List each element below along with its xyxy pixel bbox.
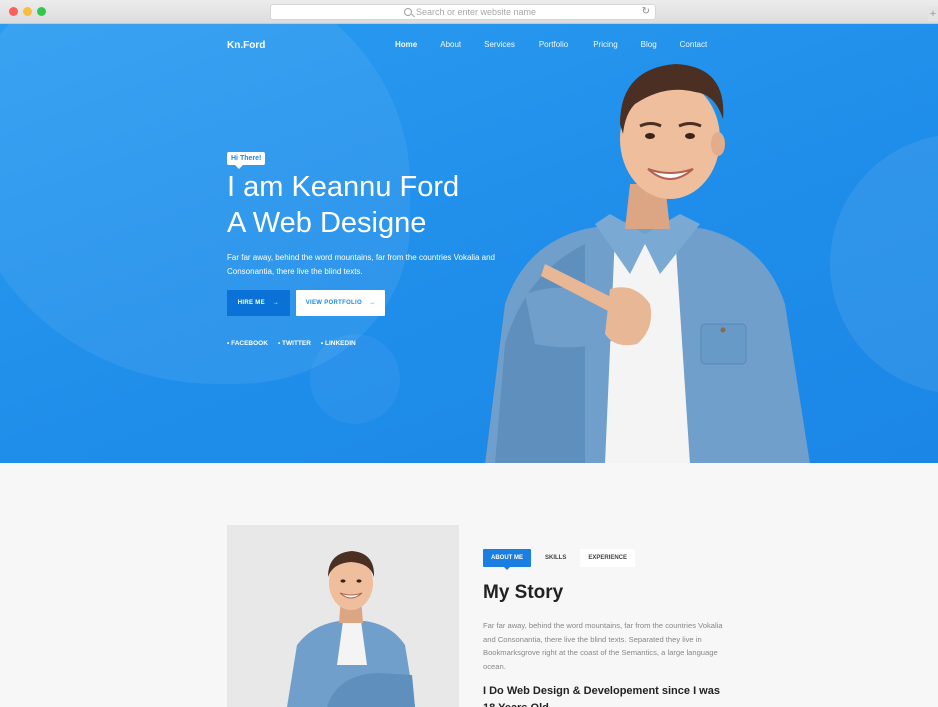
about-photo	[227, 525, 459, 707]
close-window-button[interactable]	[9, 7, 18, 16]
story-subtitle: I Do Web Design & Developement since I w…	[483, 685, 720, 707]
nav-home[interactable]: Home	[395, 40, 417, 49]
greeting-badge: Hi There!	[227, 152, 266, 169]
minimize-window-button[interactable]	[23, 7, 32, 16]
about-tabs: ABOUT ME SKILLS EXPERIENCE	[483, 549, 636, 570]
story-title: My Story	[483, 582, 564, 603]
story-text: Far far away, behind the word mountains,…	[483, 621, 723, 671]
address-placeholder: Search or enter website name	[416, 7, 537, 17]
tab-skills[interactable]: SKILLS	[537, 549, 574, 567]
headline-line-2: A Web Designe	[227, 207, 427, 239]
search-icon	[404, 8, 412, 16]
reload-icon[interactable]: ↻	[642, 6, 650, 17]
decor-blob	[310, 334, 400, 424]
hero-headline: I am Keannu Ford A Web Designe	[227, 169, 459, 241]
hero-section: Kn.Ford Home About Services Portfolio Pr…	[0, 24, 938, 463]
headline-line-1: I am Keannu Ford	[227, 171, 460, 203]
site-logo[interactable]: Kn.Ford	[227, 40, 265, 51]
browser-toolbar: Search or enter website name ↻ +	[0, 0, 938, 24]
hire-me-button[interactable]: HIRE ME →	[227, 290, 290, 316]
new-tab-button[interactable]: +	[928, 7, 938, 21]
maximize-window-button[interactable]	[37, 7, 46, 16]
view-portfolio-label: VIEW PORTFOLIO	[305, 300, 362, 306]
hire-me-label: HIRE ME	[237, 300, 265, 306]
decor-blob	[830, 134, 938, 394]
tab-experience[interactable]: EXPERIENCE	[580, 549, 636, 567]
view-portfolio-button[interactable]: VIEW PORTFOLIO →	[296, 290, 385, 316]
social-linkedin[interactable]: LINKEDIN	[321, 340, 356, 347]
social-facebook[interactable]: FACEBOOK	[227, 340, 268, 347]
hero-intro: Far far away, behind the word mountains,…	[227, 253, 495, 276]
about-person-image	[227, 525, 459, 707]
hero-person-image	[485, 64, 810, 463]
arrow-right-icon: →	[368, 300, 376, 306]
social-twitter[interactable]: TWITTER	[278, 340, 311, 347]
address-bar[interactable]: Search or enter website name ↻	[270, 4, 656, 20]
social-links: FACEBOOK TWITTER LINKEDIN	[227, 340, 356, 347]
tab-about-me[interactable]: ABOUT ME	[483, 549, 531, 570]
arrow-right-icon: →	[272, 300, 280, 306]
nav-about[interactable]: About	[440, 40, 461, 49]
